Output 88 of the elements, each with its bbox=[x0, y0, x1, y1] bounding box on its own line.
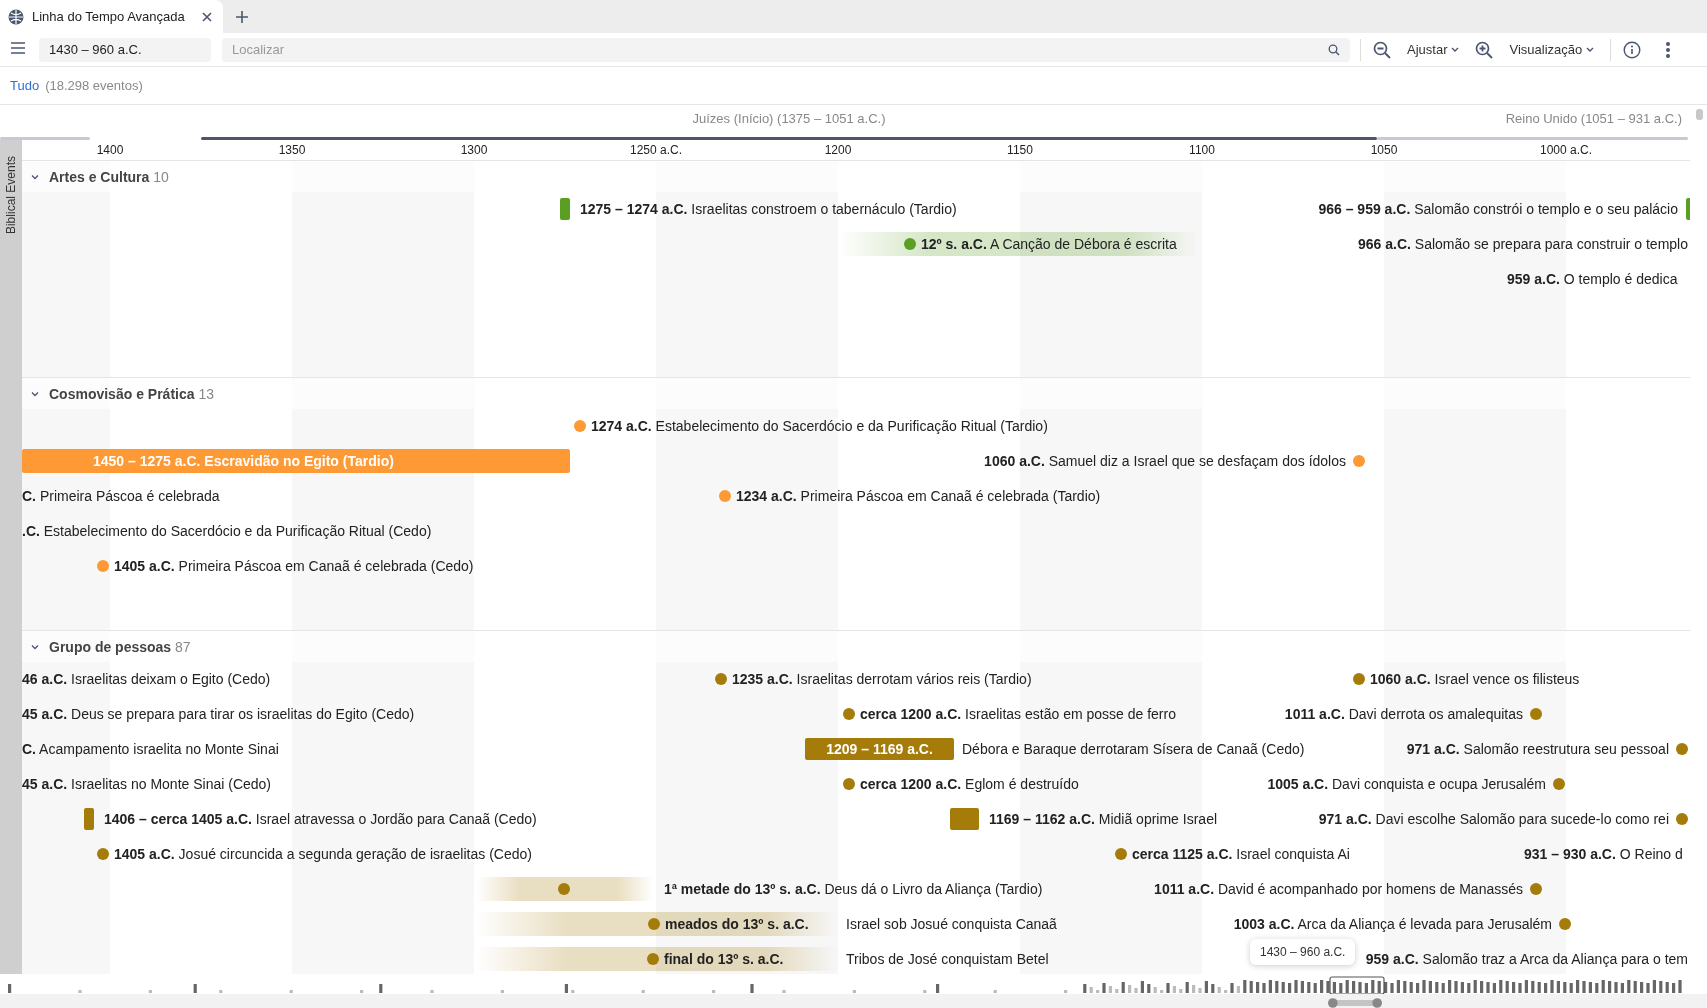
event-label[interactable]: 1169 – 1162 a.C. Midiã oprime Israel bbox=[989, 811, 1218, 827]
axis-tick-label: 1400 bbox=[96, 143, 124, 157]
axis-tick-label: 1350 bbox=[278, 143, 306, 157]
event-label[interactable]: Tribos de José conquistam Betel bbox=[846, 951, 1049, 967]
event-dot[interactable] bbox=[647, 953, 659, 965]
event-label[interactable]: 966 a.C. Salomão se prepara para construir o templo bbox=[1358, 236, 1688, 252]
caret-icon bbox=[1451, 46, 1460, 53]
event-label[interactable]: 46 a.C. Israelitas deixam o Egito (Cedo) bbox=[22, 671, 271, 687]
event-count: (18.298 eventos) bbox=[45, 78, 143, 93]
date-range-field[interactable]: 1430 – 960 a.C. bbox=[39, 37, 211, 62]
event-dot[interactable] bbox=[904, 238, 916, 250]
event-label[interactable]: .C. Estabelecimento do Sacerdócio e da Purificação Ritual (Cedo) bbox=[22, 523, 432, 539]
group-title[interactable]: Cosmovisão e Prática 13 bbox=[49, 385, 214, 402]
side-label: Biblical Events bbox=[4, 156, 18, 235]
event-label[interactable]: 45 a.C. Israelitas no Monte Sinai (Cedo) bbox=[22, 776, 271, 792]
fit-dropdown[interactable]: Ajustar bbox=[1403, 42, 1464, 57]
event-dot[interactable] bbox=[648, 918, 660, 930]
event-label[interactable]: 45 a.C. Deus se prepara para tirar os israelitas do Egito (Cedo) bbox=[22, 706, 415, 722]
globe-icon bbox=[8, 8, 24, 25]
event-label[interactable]: 1406 – cerca 1405 a.C. Israel atravessa o Jordão para Canaã (Cedo) bbox=[104, 811, 537, 827]
info-icon[interactable] bbox=[1623, 40, 1642, 59]
event-marker[interactable] bbox=[950, 808, 979, 830]
axis-tick-label: 1200 bbox=[824, 143, 852, 157]
axis-tick-label: 1300 bbox=[460, 143, 488, 157]
menu-icon[interactable] bbox=[10, 41, 26, 55]
axis-tick-label: 1100 bbox=[1189, 143, 1215, 157]
event-label[interactable]: C. Acampamento israelita no Monte Sinai bbox=[22, 741, 279, 757]
event-dot[interactable] bbox=[1353, 673, 1365, 685]
filter-link[interactable]: Tudo bbox=[10, 78, 40, 93]
event-label[interactable]: 966 – 959 a.C. Salomão constrói o templo e o seu palácio bbox=[1318, 201, 1678, 217]
event-label[interactable]: cerca 1200 a.C. Eglom é destruído bbox=[860, 776, 1079, 792]
event-label[interactable]: 1060 a.C. Israel vence os filisteus bbox=[1370, 671, 1580, 687]
event-dot[interactable] bbox=[558, 883, 570, 895]
event-label[interactable]: 1405 a.C. Josué circuncida a segunda geração de israelitas (Cedo) bbox=[114, 846, 532, 862]
event-label[interactable]: cerca 1200 a.C. Israelitas estão em posse de ferro bbox=[860, 706, 1176, 722]
more-options-icon[interactable] bbox=[1665, 40, 1672, 59]
new-tab-icon[interactable] bbox=[235, 9, 249, 24]
range-tooltip: 1430 – 960 a.C. bbox=[1250, 939, 1356, 965]
event-label[interactable]: 1003 a.C. Arca da Aliança é levada para Jerusalém bbox=[1233, 916, 1552, 932]
event-dot[interactable] bbox=[1676, 743, 1688, 755]
axis-tick-label: 1250 a.C. bbox=[630, 143, 682, 157]
zoom-in-icon[interactable] bbox=[1475, 40, 1494, 59]
event-label[interactable]: 1011 a.C. David é acompanhado por homens de Manassés bbox=[1154, 881, 1523, 897]
event-label[interactable]: 1060 a.C. Samuel diz a Israel que se desfaçam dos ídolos bbox=[984, 453, 1346, 469]
group-title[interactable]: Grupo de pessoas 87 bbox=[49, 638, 191, 655]
event-label[interactable]: 1275 – 1274 a.C. Israelitas constroem o tabernáculo (Tardio) bbox=[580, 201, 957, 217]
event-label[interactable]: 959 a.C. Salomão traz a Arca da Aliança para o tem bbox=[1365, 951, 1688, 967]
view-dropdown[interactable]: Visualização bbox=[1505, 42, 1599, 57]
axis-tick-label: 1050 bbox=[1370, 143, 1398, 157]
event-dot[interactable] bbox=[1353, 455, 1365, 467]
period-label: Juízes (Início) (1375 – 1051 a.C.) bbox=[692, 111, 886, 126]
close-icon[interactable] bbox=[201, 10, 213, 23]
axis-tick-label: 1000 a.C. bbox=[1540, 143, 1592, 157]
event-marker[interactable] bbox=[560, 198, 570, 220]
event-label[interactable]: 931 – 930 a.C. O Reino d bbox=[1524, 846, 1683, 862]
period-label: Reino Unido (1051 – 931 a.C.) bbox=[1505, 111, 1682, 126]
event-dot[interactable] bbox=[843, 778, 855, 790]
group-title[interactable]: Artes e Cultura 10 bbox=[49, 168, 169, 185]
event-date[interactable]: final do 13º s. a.C. bbox=[664, 951, 784, 967]
browser-tab[interactable]: Linha do Tempo Avançada bbox=[0, 0, 223, 33]
event-label[interactable]: 1ª metade do 13º s. a.C. Deus dá o Livro da Aliança (Tardio) bbox=[664, 881, 1043, 897]
event-dot[interactable] bbox=[843, 708, 855, 720]
event-label[interactable]: Israel sob Josué conquista Canaã bbox=[846, 916, 1057, 932]
event-label[interactable]: 1274 a.C. Estabelecimento do Sacerdócio e da Purificação Ritual (Tardio) bbox=[591, 418, 1048, 434]
event-date[interactable]: meados do 13º s. a.C. bbox=[665, 916, 809, 932]
search-field[interactable]: Localizar bbox=[222, 37, 1350, 62]
event-label[interactable]: C. Primeira Páscoa é celebrada bbox=[22, 488, 220, 504]
event-label[interactable]: 12º s. a.C. A Canção de Débora é escrita bbox=[921, 236, 1177, 252]
event-label[interactable]: 1405 a.C. Primeira Páscoa em Canaã é celebrada (Cedo) bbox=[114, 558, 474, 574]
caret-icon bbox=[1586, 46, 1595, 53]
event-label[interactable]: cerca 1125 a.C. Israel conquista Ai bbox=[1132, 846, 1350, 862]
event-dot[interactable] bbox=[574, 420, 586, 432]
scrollbar-thumb[interactable] bbox=[1696, 109, 1703, 120]
event-label[interactable]: 1011 a.C. Davi derrota os amalequitas bbox=[1284, 706, 1523, 722]
event-label[interactable]: 959 a.C. O templo é dedica bbox=[1507, 271, 1678, 287]
event-date-badge[interactable]: 1209 – 1169 a.C. bbox=[805, 738, 954, 760]
event-label[interactable]: 1235 a.C. Israelitas derrotam vários reis (Tardio) bbox=[732, 671, 1032, 687]
event-dot[interactable] bbox=[1676, 813, 1688, 825]
event-label[interactable]: 1234 a.C. Primeira Páscoa em Canaã é celebrada (Tardio) bbox=[736, 488, 1101, 504]
event-label[interactable]: 971 a.C. Davi escolhe Salomão para sucede-lo como rei bbox=[1318, 811, 1669, 827]
event-marker[interactable] bbox=[84, 808, 94, 830]
zoom-out-icon[interactable] bbox=[1373, 40, 1391, 59]
search-icon[interactable] bbox=[1328, 43, 1340, 56]
axis-tick-label: 1150 bbox=[1007, 143, 1033, 157]
event-label[interactable]: Débora e Baraque derrotaram Sísera de Canaã (Cedo) bbox=[962, 741, 1305, 757]
event-label[interactable]: 1005 a.C. Davi conquista e ocupa Jerusalém bbox=[1267, 776, 1546, 792]
event-label[interactable]: 971 a.C. Salomão reestrutura seu pessoal bbox=[1406, 741, 1669, 757]
range-handle[interactable] bbox=[1328, 998, 1382, 1008]
